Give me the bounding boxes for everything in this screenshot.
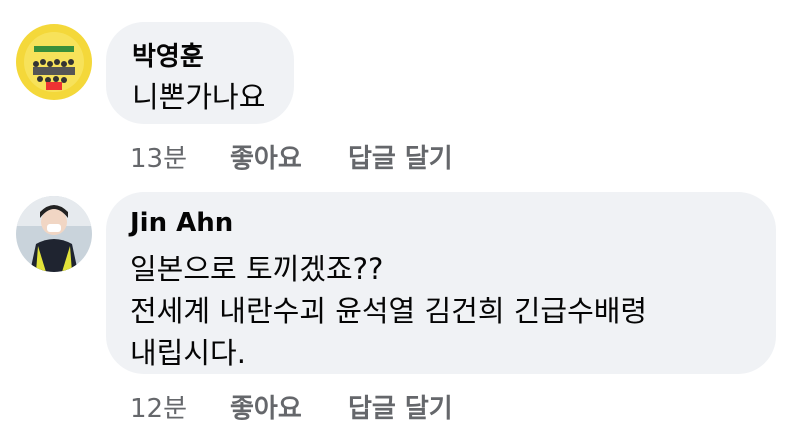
reply-button[interactable]: 답글 달기 xyxy=(348,138,453,175)
comment-author[interactable]: 박영훈 xyxy=(132,36,204,73)
reply-button[interactable]: 답글 달기 xyxy=(348,388,453,425)
profile-photo-icon xyxy=(16,196,92,272)
comment-timestamp[interactable]: 12분 xyxy=(130,388,187,425)
like-button[interactable]: 좋아요 xyxy=(230,138,302,175)
comment-text-line: 전세계 내란수괴 윤석열 김건희 긴급수배령 xyxy=(130,294,648,328)
comment-text-line: 니뽄가나요 xyxy=(132,80,266,114)
comment-item: Jin Ahn 일본으로 토끼겠죠?? 전세계 내란수괴 윤석열 김건희 긴급수… xyxy=(0,180,800,428)
comment-bubble: 박영훈 니뽄가나요 xyxy=(106,22,294,124)
comment-timestamp[interactable]: 13분 xyxy=(130,138,187,175)
comment-text-line: 일본으로 토끼겠죠?? xyxy=(130,252,384,286)
comment-item: 박영훈 니뽄가나요 13분 좋아요 답글 달기 xyxy=(0,0,800,180)
comment-bubble: Jin Ahn 일본으로 토끼겠죠?? 전세계 내란수괴 윤석열 김건희 긴급수… xyxy=(106,192,776,374)
profile-photo-icon xyxy=(16,24,92,100)
avatar[interactable] xyxy=(16,196,92,272)
avatar[interactable] xyxy=(16,24,92,100)
comment-text-line: 내립시다. xyxy=(130,336,246,370)
comment-author[interactable]: Jin Ahn xyxy=(130,208,233,238)
like-button[interactable]: 좋아요 xyxy=(230,388,302,425)
